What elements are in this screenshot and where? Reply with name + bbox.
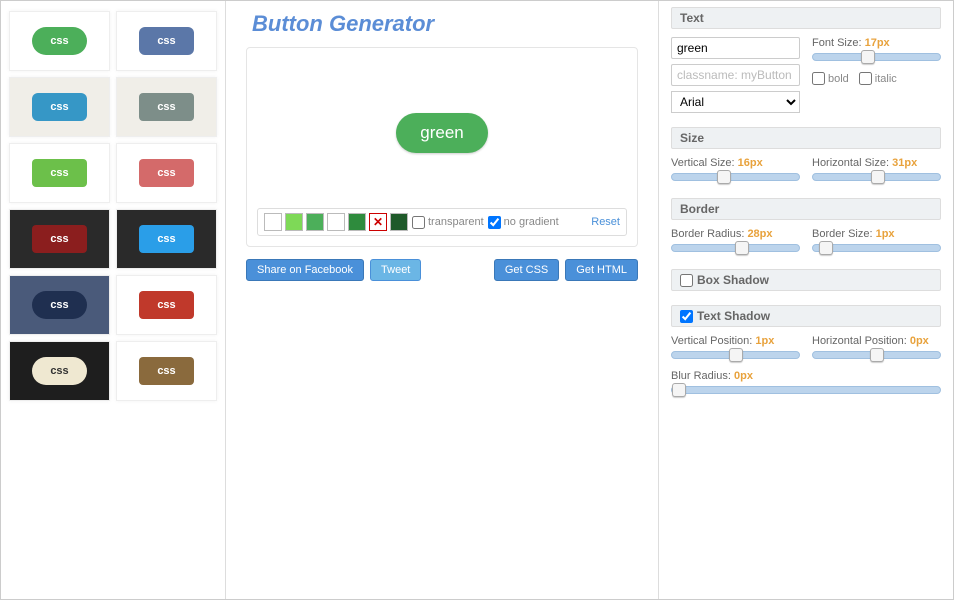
preset-card-0[interactable]: css xyxy=(9,11,110,71)
ts-horizontal-slider[interactable] xyxy=(812,351,941,359)
section-header-border: Border xyxy=(671,198,941,220)
text-shadow-toggle[interactable] xyxy=(680,310,693,323)
border-radius-label: Border Radius: 28px xyxy=(671,228,800,240)
ts-vertical-label: Vertical Position: 1px xyxy=(671,335,800,347)
generated-button[interactable]: green xyxy=(396,113,487,153)
color-swatch-6[interactable] xyxy=(390,213,408,231)
box-shadow-toggle[interactable] xyxy=(680,274,693,287)
ts-vertical-slider[interactable] xyxy=(671,351,800,359)
main-area: Button Generator green ✕ transparent no … xyxy=(226,1,658,599)
swatch-none[interactable]: ✕ xyxy=(369,213,387,231)
preset-card-1[interactable]: css xyxy=(116,11,217,71)
color-swatch-row: ✕ transparent no gradient Reset xyxy=(257,208,627,236)
preset-button-0: css xyxy=(32,27,86,55)
color-swatch-0[interactable] xyxy=(264,213,282,231)
section-header-size: Size xyxy=(671,127,941,149)
preset-card-11[interactable]: css xyxy=(116,341,217,401)
font-select[interactable]: Arial xyxy=(671,91,800,113)
ts-blur-slider[interactable] xyxy=(671,386,941,394)
color-swatch-2[interactable] xyxy=(306,213,324,231)
button-text-input[interactable] xyxy=(671,37,800,59)
reset-link[interactable]: Reset xyxy=(591,216,620,228)
page-title: Button Generator xyxy=(252,11,638,37)
no-gradient-checkbox[interactable]: no gradient xyxy=(488,216,559,229)
section-header-text-shadow[interactable]: Text Shadow xyxy=(671,305,941,327)
italic-checkbox[interactable]: italic xyxy=(859,72,897,85)
preset-sidebar: css css css css css css css css css css css css xyxy=(1,1,226,599)
preset-card-6[interactable]: css xyxy=(9,209,110,269)
tweet-button[interactable]: Tweet xyxy=(370,259,421,281)
preset-button-6: css xyxy=(32,225,86,253)
ts-blur-label: Blur Radius: 0px xyxy=(671,370,941,382)
border-radius-slider[interactable] xyxy=(671,244,800,252)
preset-card-3[interactable]: css xyxy=(116,77,217,137)
vertical-size-slider[interactable] xyxy=(671,173,800,181)
preset-button-1: css xyxy=(139,27,193,55)
preset-button-4: css xyxy=(32,159,86,187)
get-html-button[interactable]: Get HTML xyxy=(565,259,638,281)
transparent-checkbox[interactable]: transparent xyxy=(412,216,484,229)
share-facebook-button[interactable]: Share on Facebook xyxy=(246,259,364,281)
border-size-slider[interactable] xyxy=(812,244,941,252)
preset-button-9: css xyxy=(139,291,193,319)
options-panel: Text Arial Font Size: 17px bold italic xyxy=(658,1,953,599)
preset-button-7: css xyxy=(139,225,193,253)
preset-button-10: css xyxy=(32,357,86,385)
color-swatch-1[interactable] xyxy=(285,213,303,231)
bold-checkbox[interactable]: bold xyxy=(812,72,849,85)
preset-card-5[interactable]: css xyxy=(116,143,217,203)
color-swatch-4[interactable] xyxy=(348,213,366,231)
section-header-box-shadow[interactable]: Box Shadow xyxy=(671,269,941,291)
preset-card-10[interactable]: css xyxy=(9,341,110,401)
ts-horizontal-label: Horizontal Position: 0px xyxy=(812,335,941,347)
vertical-size-label: Vertical Size: 16px xyxy=(671,157,800,169)
font-size-label: Font Size: 17px xyxy=(812,37,941,49)
preset-card-7[interactable]: css xyxy=(116,209,217,269)
classname-input[interactable] xyxy=(671,64,800,86)
preset-button-11: css xyxy=(139,357,193,385)
preview-box: green ✕ transparent no gradient Reset xyxy=(246,47,638,247)
horizontal-size-slider[interactable] xyxy=(812,173,941,181)
preset-card-9[interactable]: css xyxy=(116,275,217,335)
preset-card-4[interactable]: css xyxy=(9,143,110,203)
preset-button-3: css xyxy=(139,93,193,121)
preset-button-5: css xyxy=(139,159,193,187)
preset-button-8: css xyxy=(32,291,86,319)
preset-card-2[interactable]: css xyxy=(9,77,110,137)
horizontal-size-label: Horizontal Size: 31px xyxy=(812,157,941,169)
get-css-button[interactable]: Get CSS xyxy=(494,259,559,281)
font-size-slider[interactable] xyxy=(812,53,941,61)
preset-button-2: css xyxy=(32,93,86,121)
preset-card-8[interactable]: css xyxy=(9,275,110,335)
color-swatch-3[interactable] xyxy=(327,213,345,231)
section-header-text: Text xyxy=(671,7,941,29)
border-size-label: Border Size: 1px xyxy=(812,228,941,240)
preview-canvas: green xyxy=(257,58,627,208)
